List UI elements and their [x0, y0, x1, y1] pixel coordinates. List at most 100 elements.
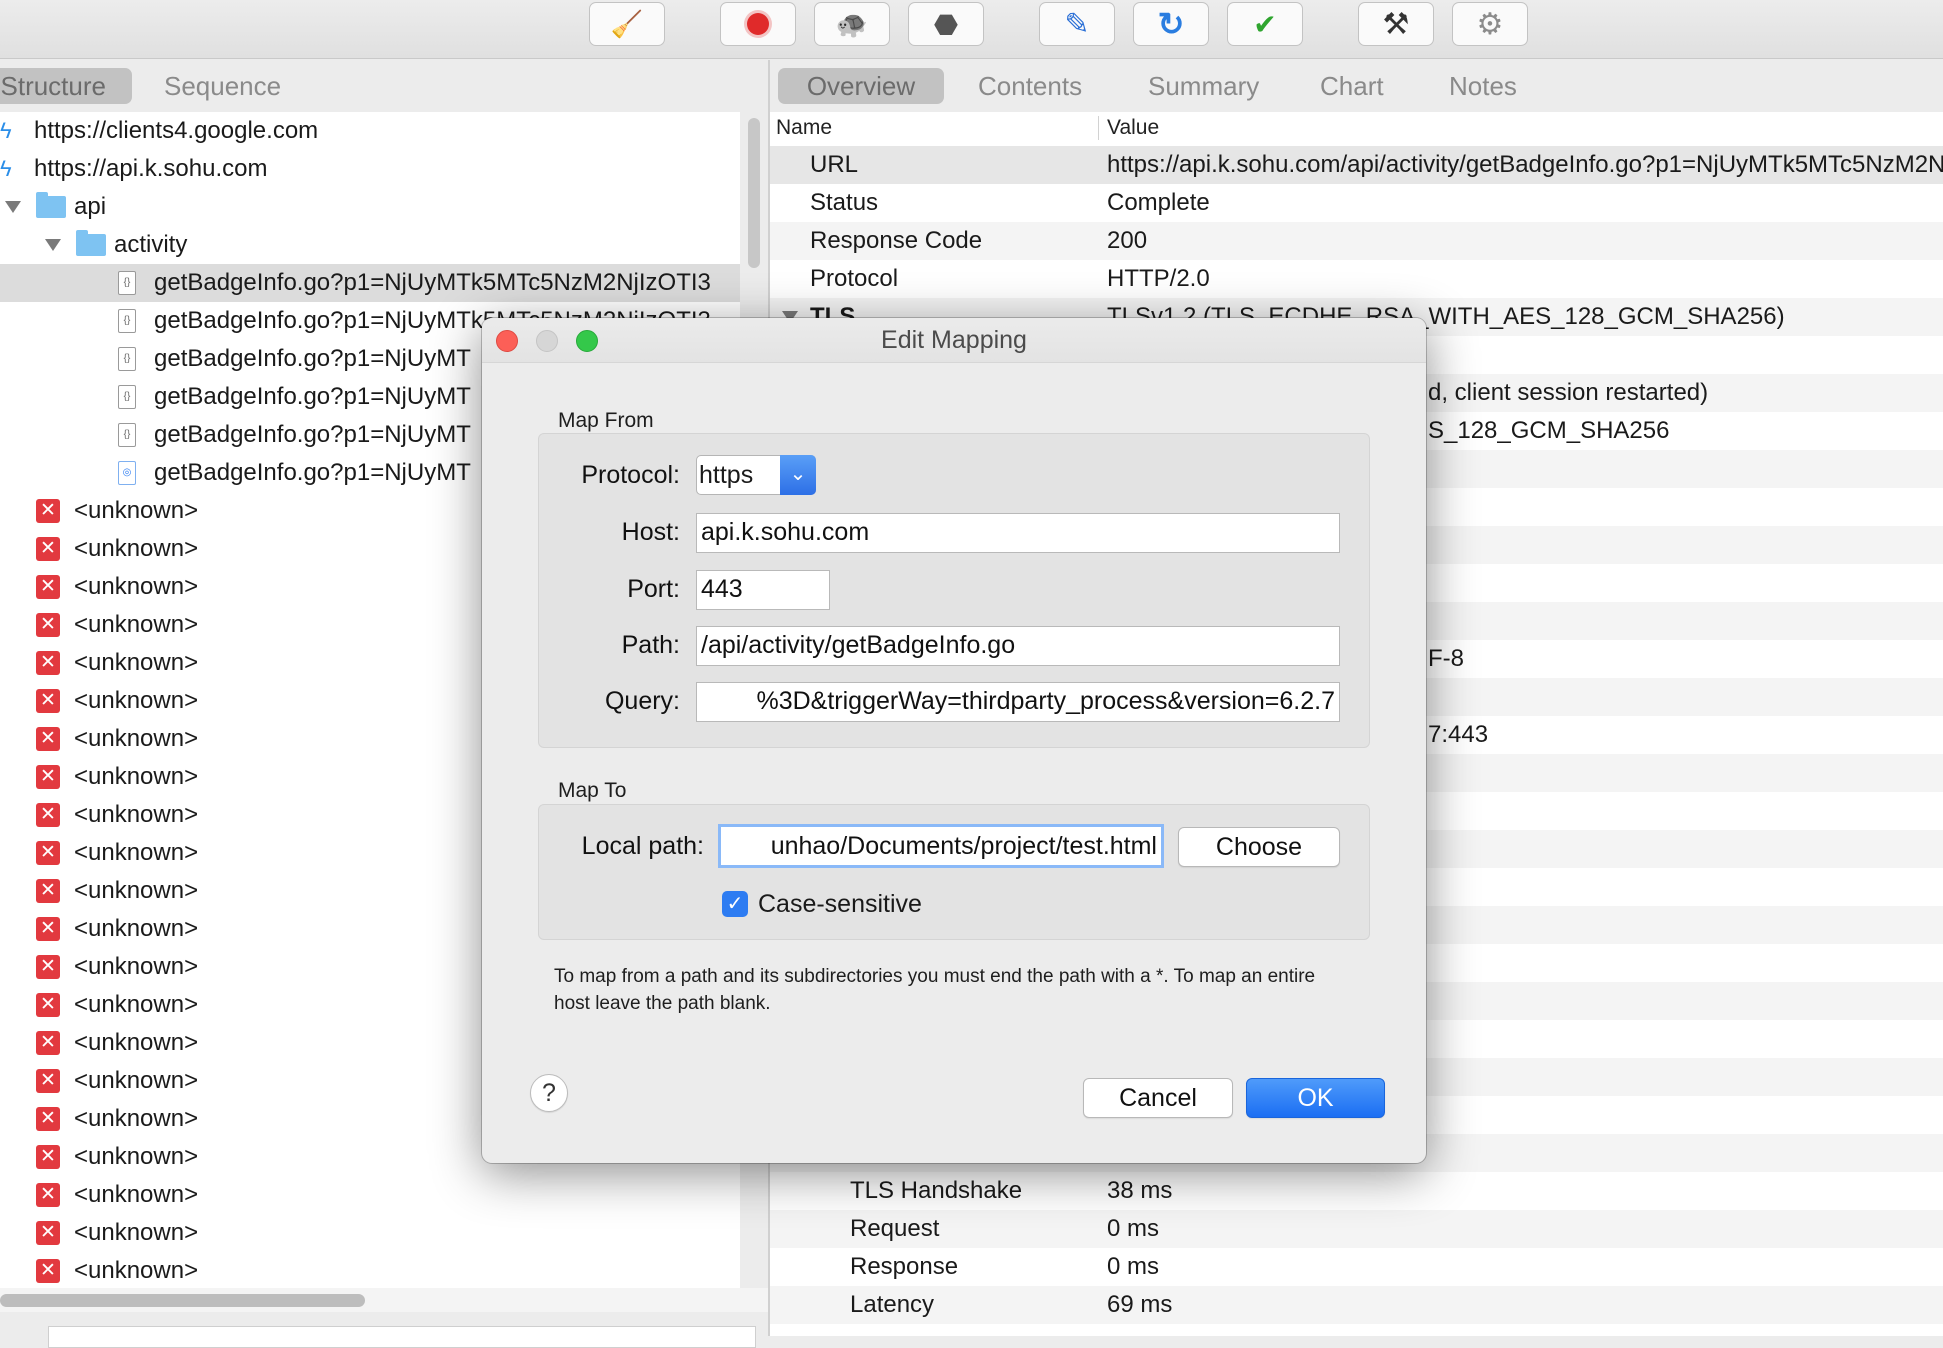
mapping-help-text: To map from a path and its subdirectorie…	[554, 966, 1316, 1014]
settings-gear-icon: ⚙	[1476, 7, 1504, 41]
error-x-icon: ✕	[36, 613, 60, 637]
tree-unknown-label: <unknown>	[74, 687, 199, 714]
left-view-tabs: Structure Sequence	[0, 60, 770, 112]
lightning-icon: ϟ	[0, 118, 12, 143]
repeat-icon: ↻	[1157, 6, 1185, 42]
query-label: Query:	[604, 687, 680, 715]
tree-unknown-row[interactable]: ✕ <unknown>	[0, 1252, 740, 1288]
table-row[interactable]: Request 0 ms	[770, 1210, 1943, 1248]
error-x-icon: ✕	[36, 993, 60, 1017]
validate-check-icon: ✔	[1253, 8, 1277, 40]
help-button[interactable]: ?	[530, 1074, 568, 1112]
tree-unknown-label: <unknown>	[74, 1029, 199, 1056]
repeat-button[interactable]: ↻	[1133, 2, 1209, 46]
tree-unknown-label: <unknown>	[74, 1105, 199, 1132]
tree-unknown-label: <unknown>	[74, 535, 199, 562]
error-x-icon: ✕	[36, 765, 60, 789]
choose-button[interactable]: Choose	[1178, 827, 1340, 867]
record-button[interactable]	[720, 2, 796, 46]
throttle-button[interactable]: 🐢	[814, 2, 890, 46]
throttle-turtle-icon: 🐢	[835, 8, 869, 39]
tree-unknown-label: <unknown>	[74, 649, 199, 676]
json-file-icon: {}	[118, 347, 136, 371]
json-file-icon: {}	[118, 423, 136, 447]
validate-button[interactable]: ✔	[1227, 2, 1303, 46]
right-view-tabs: Overview Contents Summary Chart Notes	[770, 60, 1943, 112]
tab-overview[interactable]: Overview	[778, 68, 944, 104]
disclosure-triangle-icon[interactable]	[45, 239, 61, 251]
local-path-field[interactable]: unhao/Documents/project/test.html	[718, 824, 1164, 868]
cancel-button[interactable]: Cancel	[1083, 1078, 1233, 1118]
tree-vertical-scrollbar[interactable]	[748, 118, 760, 268]
case-sensitive-checkbox[interactable]: ✓	[722, 891, 748, 917]
path-field[interactable]: /api/activity/getBadgeInfo.go	[696, 626, 1340, 666]
table-row[interactable]: Protocol HTTP/2.0	[770, 260, 1943, 298]
settings-button[interactable]: ⚙	[1452, 2, 1528, 46]
error-x-icon: ✕	[36, 499, 60, 523]
table-row[interactable]: TLS Handshake 38 ms	[770, 1172, 1943, 1210]
error-x-icon: ✕	[36, 879, 60, 903]
error-x-icon: ✕	[36, 917, 60, 941]
tab-notes[interactable]: Notes	[1449, 68, 1517, 104]
tree-request-row[interactable]: {} getBadgeInfo.go?p1=NjUyMTk5MTc5NzM2Nj…	[0, 264, 740, 302]
lightning-icon: ϟ	[0, 156, 12, 181]
filter-input[interactable]	[48, 1326, 756, 1348]
dialog-titlebar: Edit Mapping	[482, 318, 1426, 363]
tree-horizontal-scrollbar[interactable]	[0, 1294, 365, 1307]
port-field[interactable]: 443	[696, 570, 830, 610]
tree-unknown-label: <unknown>	[74, 611, 199, 638]
table-row[interactable]: Response 0 ms	[770, 1248, 1943, 1286]
compose-button[interactable]: ✎	[1039, 2, 1115, 46]
column-header-value[interactable]: Value	[1107, 112, 1159, 144]
tree-unknown-row[interactable]: ✕ <unknown>	[0, 1214, 740, 1252]
local-path-label: Local path:	[581, 832, 704, 860]
breakpoints-button[interactable]: ⬣	[908, 2, 984, 46]
column-header-name[interactable]: Name	[776, 112, 832, 144]
table-row[interactable]: Status Complete	[770, 184, 1943, 222]
error-x-icon: ✕	[36, 1259, 60, 1283]
map-to-label: Map To	[558, 779, 627, 802]
tree-unknown-label: <unknown>	[74, 1219, 199, 1246]
mapped-file-icon: ◎	[118, 461, 136, 485]
tab-structure[interactable]: Structure	[0, 68, 132, 104]
tree-unknown-label: <unknown>	[74, 763, 199, 790]
error-x-icon: ✕	[36, 1221, 60, 1245]
tools-button[interactable]: ⚒	[1358, 2, 1434, 46]
case-sensitive-label[interactable]: Case-sensitive	[758, 888, 922, 920]
tree-host-row[interactable]: ϟ https://clients4.google.com	[0, 112, 740, 150]
tab-chart[interactable]: Chart	[1320, 68, 1384, 104]
tab-summary[interactable]: Summary	[1148, 68, 1259, 104]
tree-unknown-label: <unknown>	[74, 953, 199, 980]
clear-button[interactable]: 🧹	[589, 2, 665, 46]
json-file-icon: {}	[118, 271, 136, 295]
dialog-title: Edit Mapping	[881, 326, 1027, 354]
table-row[interactable]: URL https://api.k.sohu.com/api/activity/…	[770, 146, 1943, 184]
folder-icon	[36, 192, 66, 218]
json-file-icon: {}	[118, 385, 136, 409]
tree-unknown-label: <unknown>	[74, 801, 199, 828]
ok-button[interactable]: OK	[1246, 1078, 1385, 1118]
table-row[interactable]: Latency 69 ms	[770, 1286, 1943, 1324]
tree-unknown-label: <unknown>	[74, 1181, 199, 1208]
port-label: Port:	[627, 575, 680, 603]
tab-sequence[interactable]: Sequence	[164, 68, 281, 104]
host-field[interactable]: api.k.sohu.com	[696, 513, 1340, 553]
compose-pen-icon: ✎	[1064, 7, 1090, 41]
tree-folder-api[interactable]: api	[0, 188, 740, 226]
tree-host-row[interactable]: ϟ https://api.k.sohu.com	[0, 150, 740, 188]
disclosure-triangle-icon[interactable]	[5, 201, 21, 213]
toolbar: 🧹 🐢 ⬣ ✎ ↻ ✔ ⚒ ⚙	[0, 0, 1943, 59]
tree-unknown-label: <unknown>	[74, 915, 199, 942]
query-field[interactable]: %3D&triggerWay=thirdparty_process&versio…	[696, 682, 1340, 722]
tree-unknown-label: <unknown>	[74, 1257, 199, 1284]
tab-contents[interactable]: Contents	[978, 68, 1082, 104]
tree-unknown-row[interactable]: ✕ <unknown>	[0, 1176, 740, 1214]
tree-folder-activity[interactable]: activity	[0, 226, 740, 264]
table-row[interactable]: Response Code 200	[770, 222, 1943, 260]
json-file-icon: {}	[118, 309, 136, 333]
protocol-select[interactable]: https ⌄	[696, 455, 816, 495]
error-x-icon: ✕	[36, 1107, 60, 1131]
protocol-label: Protocol:	[581, 461, 680, 489]
tree-unknown-label: <unknown>	[74, 725, 199, 752]
path-label: Path:	[621, 631, 680, 659]
